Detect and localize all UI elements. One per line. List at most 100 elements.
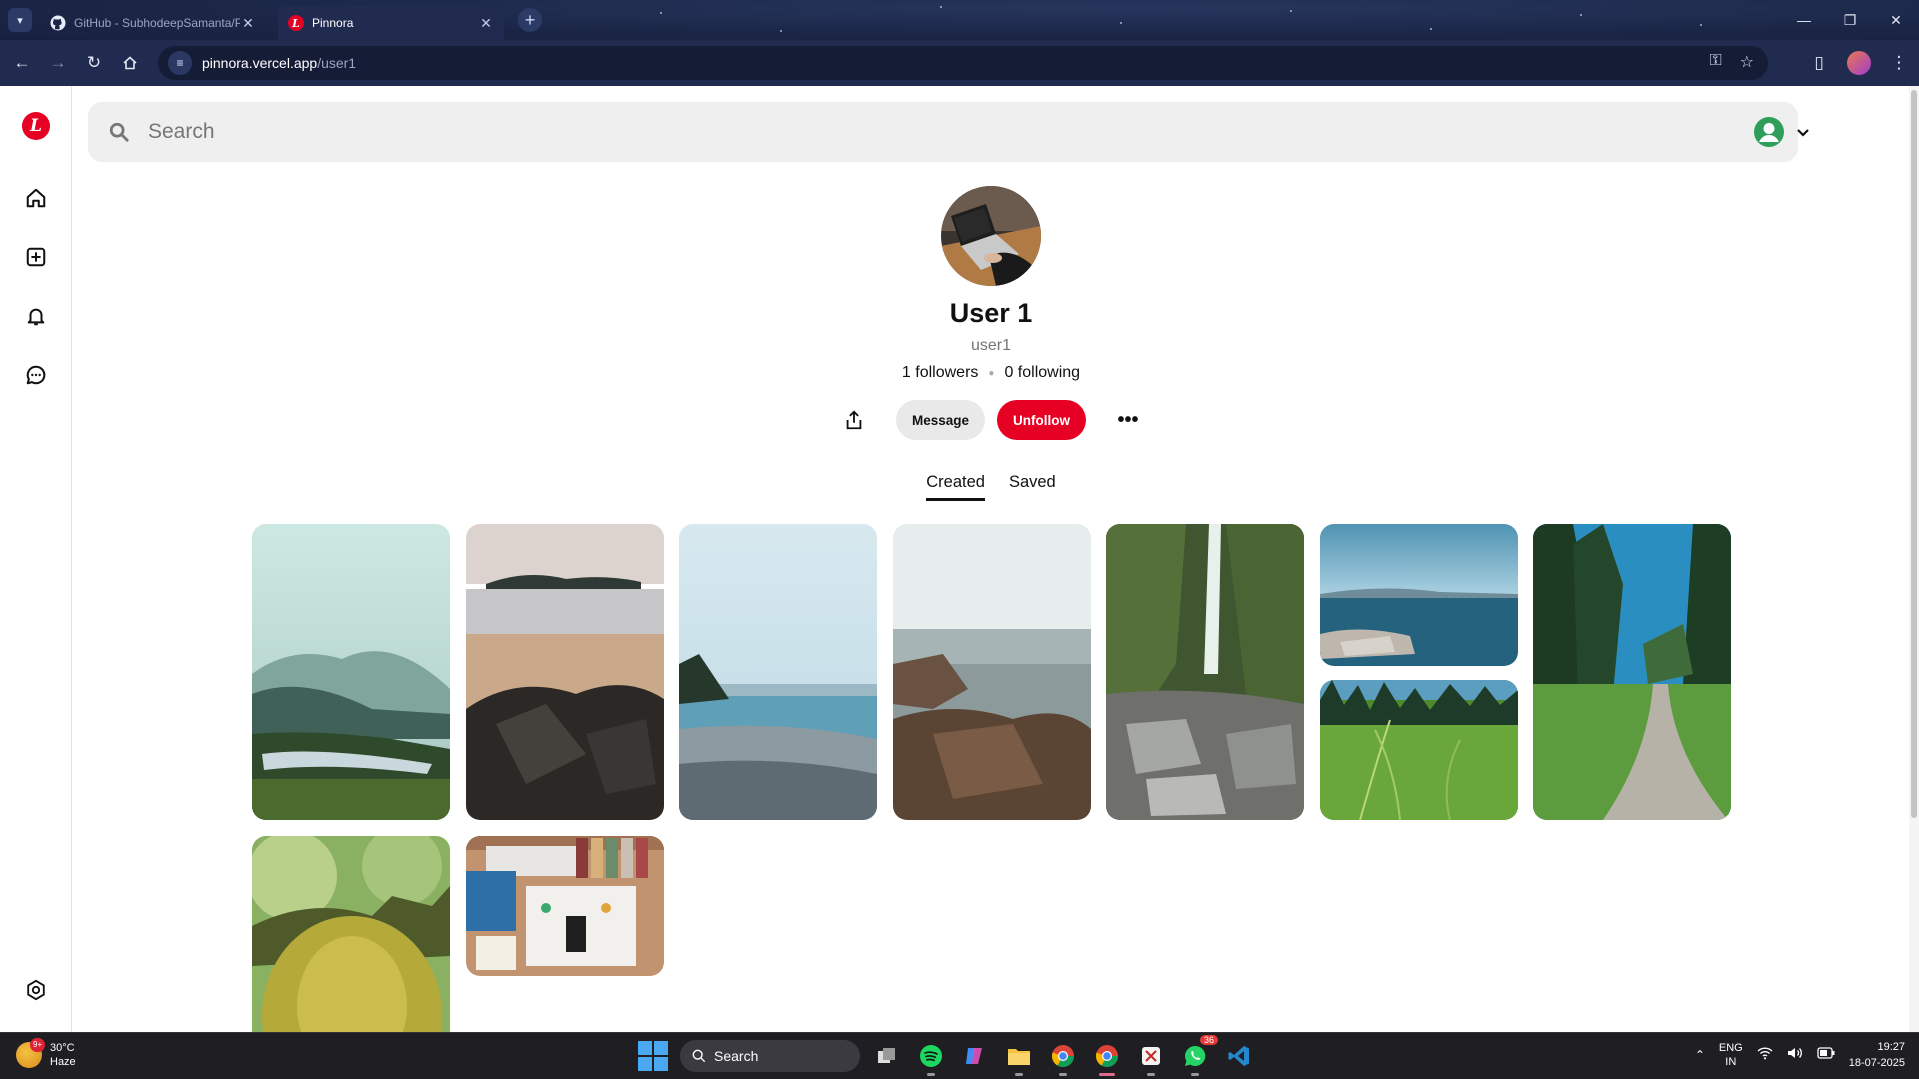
close-tab-icon[interactable]: ✕ — [240, 15, 256, 32]
file-explorer-icon[interactable] — [1002, 1039, 1036, 1076]
running-indicator — [1147, 1073, 1155, 1076]
tab-saved[interactable]: Saved — [1009, 473, 1056, 501]
user-menu[interactable] — [1753, 116, 1811, 153]
copilot-icon[interactable] — [958, 1039, 992, 1073]
url-host: pinnora.vercel.app — [202, 55, 318, 71]
battery-icon[interactable] — [1817, 1046, 1835, 1064]
search-icon — [106, 121, 132, 143]
taskbar-apps: Search 36 — [636, 1035, 1256, 1076]
separator-dot: ● — [988, 367, 995, 379]
reload-icon[interactable]: ↻ — [76, 45, 112, 81]
profile-tabs: Created Saved — [72, 473, 1910, 501]
pin-image-desk-flatlay[interactable] — [466, 836, 664, 976]
pin-image-misty-valley[interactable] — [252, 524, 450, 820]
pinnora-logo[interactable]: L — [22, 112, 50, 140]
os-taskbar: 9+ 30°C Haze Search 36 ⌃ ENG IN 19:27 18… — [0, 1032, 1919, 1079]
spotify-icon[interactable] — [914, 1039, 948, 1076]
profile-display-name: User 1 — [949, 298, 1033, 328]
tab-created[interactable]: Created — [926, 473, 985, 501]
volume-icon[interactable] — [1787, 1046, 1803, 1065]
browser-menu-icon[interactable]: ⋮ — [1879, 53, 1919, 73]
chrome-icon[interactable] — [1090, 1039, 1124, 1076]
weather-widget[interactable]: 9+ 30°C Haze — [16, 1038, 76, 1069]
window-controls: — ❐ ✕ — [1781, 0, 1919, 40]
browser-home-icon[interactable] — [112, 45, 148, 81]
user-avatar-icon[interactable] — [1753, 116, 1785, 153]
pin-image-pebble-shore[interactable] — [679, 524, 877, 820]
tab-github[interactable]: GitHub - SubhodeepSamanta/Pinnora ✕ — [40, 6, 266, 40]
home-icon[interactable] — [24, 186, 48, 210]
new-tab-button[interactable]: + — [518, 8, 542, 32]
running-indicator — [1015, 1073, 1023, 1076]
search-input[interactable] — [148, 120, 1548, 144]
language-indicator[interactable]: ENG IN — [1719, 1041, 1743, 1069]
pin-image-sea-horizon[interactable] — [1320, 524, 1518, 666]
minimize-icon[interactable]: — — [1781, 0, 1827, 40]
unfollow-button[interactable]: Unfollow — [997, 400, 1087, 440]
whatsapp-badge: 36 — [1199, 1035, 1218, 1045]
address-bar[interactable]: ≡ pinnora.vercel.app /user1 ⚿ ☆ — [158, 46, 1768, 80]
taskbar-search-label: Search — [714, 1048, 759, 1064]
forward-icon[interactable]: → — [40, 45, 76, 81]
message-button[interactable]: Message — [895, 400, 986, 440]
profile-actions: Message Unfollow ••• — [72, 400, 1910, 440]
bookmark-star-icon[interactable]: ☆ — [1740, 52, 1754, 72]
running-indicator — [927, 1073, 935, 1076]
weather-desc: Haze — [50, 1056, 76, 1068]
chrome-dev-icon[interactable] — [1046, 1039, 1080, 1076]
back-icon[interactable]: ← — [4, 45, 40, 81]
create-icon[interactable] — [24, 245, 48, 269]
settings-icon[interactable] — [24, 978, 48, 1002]
pin-image-grass-closeup[interactable] — [1320, 680, 1518, 820]
weather-temp: 30°C — [50, 1042, 75, 1054]
pin-image-mossy-tree[interactable] — [252, 836, 450, 1032]
search-bar[interactable] — [88, 102, 1798, 162]
scrollbar-thumb[interactable] — [1911, 90, 1917, 818]
pin-image-forest-path[interactable] — [1533, 524, 1731, 820]
pinnora-logo-icon: L — [288, 15, 304, 31]
wifi-icon[interactable] — [1757, 1046, 1773, 1065]
snipping-tool-icon[interactable] — [1134, 1039, 1168, 1076]
site-info-icon[interactable]: ≡ — [168, 51, 192, 75]
more-options-icon[interactable]: ••• — [1110, 402, 1146, 438]
follow-stats: 1 followers ● 0 following — [72, 364, 1910, 382]
pin-image-coastal-rocks[interactable] — [893, 524, 1091, 820]
show-hidden-icons-icon[interactable]: ⌃ — [1695, 1048, 1705, 1062]
browser-profile-avatar[interactable] — [1847, 51, 1871, 75]
clock-date: 18-07-2025 — [1848, 1057, 1905, 1069]
windows-start-icon[interactable] — [636, 1039, 670, 1073]
whatsapp-icon[interactable]: 36 — [1178, 1035, 1218, 1076]
tab-search-button[interactable]: ▾ — [8, 8, 32, 32]
followers-count[interactable]: 1 followers — [902, 364, 978, 382]
vscode-icon[interactable] — [1222, 1039, 1256, 1073]
profile-avatar — [941, 186, 1041, 286]
extensions-icon[interactable]: ▯ — [1799, 53, 1839, 73]
taskbar-search[interactable]: Search — [680, 1040, 860, 1072]
close-tab-icon[interactable]: ✕ — [478, 15, 494, 32]
pin-image-beach-rocks[interactable] — [466, 524, 664, 820]
clock-time: 19:27 — [1877, 1041, 1905, 1053]
url-path: /user1 — [317, 55, 357, 71]
share-icon[interactable] — [836, 402, 872, 438]
task-view-icon[interactable] — [870, 1039, 904, 1073]
pin-image-waterfall-gorge[interactable] — [1106, 524, 1304, 820]
notifications-icon[interactable] — [24, 304, 48, 328]
tab-title: Pinnora — [312, 16, 354, 30]
system-tray: ⌃ ENG IN 19:27 18-07-2025 — [1695, 1039, 1905, 1071]
browser-tab-strip: ▾ GitHub - SubhodeepSamanta/Pinnora ✕ L … — [0, 0, 1919, 40]
chevron-down-icon[interactable] — [1795, 124, 1811, 145]
page-scrollbar[interactable] — [1909, 86, 1919, 1032]
github-icon — [50, 15, 66, 31]
close-window-icon[interactable]: ✕ — [1873, 0, 1919, 40]
tab-pinnora[interactable]: L Pinnora ✕ — [278, 6, 504, 40]
restore-icon[interactable]: ❐ — [1827, 0, 1873, 40]
weather-badge: 9+ — [30, 1038, 46, 1052]
system-clock[interactable]: 19:27 18-07-2025 — [1849, 1039, 1905, 1071]
active-indicator — [1099, 1073, 1115, 1076]
pinnora-app: L Search User 1 user1 1 followers ● 0 fo… — [0, 86, 1919, 1032]
sidebar: L — [0, 86, 72, 1032]
password-key-icon[interactable]: ⚿ — [1709, 52, 1721, 72]
running-indicator — [1059, 1073, 1067, 1076]
messages-icon[interactable] — [24, 363, 48, 387]
following-count[interactable]: 0 following — [1004, 364, 1080, 382]
